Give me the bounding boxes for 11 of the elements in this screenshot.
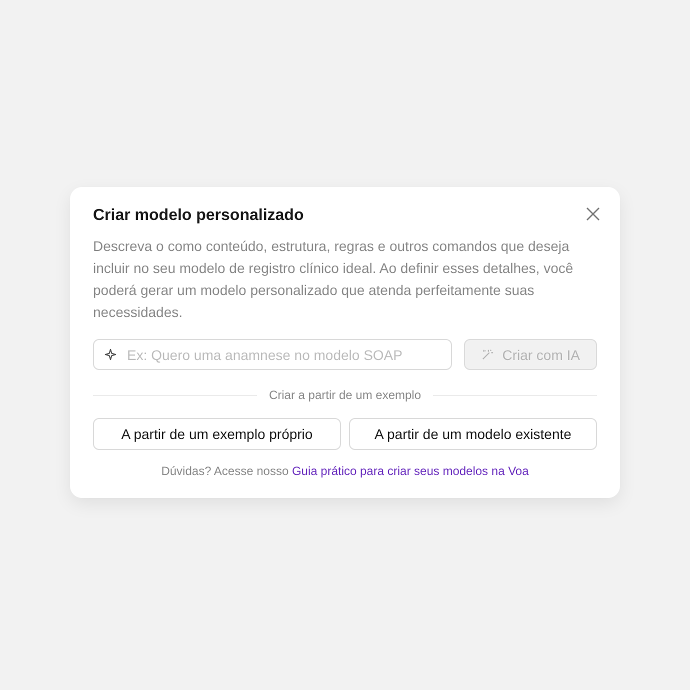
- option-button[interactable]: A partir de um exemplo próprio: [93, 418, 341, 450]
- prompt-field[interactable]: Ex: Quero uma anamnese no modelo SOAP: [93, 339, 452, 370]
- option-button[interactable]: A partir de um modelo existente: [349, 418, 597, 450]
- divider-label: Criar a partir de um exemplo: [268, 388, 422, 402]
- sparkle-icon: [104, 348, 117, 361]
- magic-wand-icon: [481, 348, 494, 361]
- help-text: Dúvidas? Acesse nosso: [161, 464, 289, 478]
- dialog-title: Criar modelo personalizado: [93, 207, 304, 225]
- close-icon[interactable]: [586, 207, 600, 221]
- guide-link[interactable]: Guia prático para criar seus modelos na Voa: [292, 464, 529, 478]
- description-text: Descreva o como conteúdo, estrutura, regras e outros comandos que deseja incluir no seu modelo de registro clínico ideal. Ao definir esses detalhes, você poderá gerar um modelo personalizado que atenda perfeitamente suas necessidades.: [93, 237, 574, 322]
